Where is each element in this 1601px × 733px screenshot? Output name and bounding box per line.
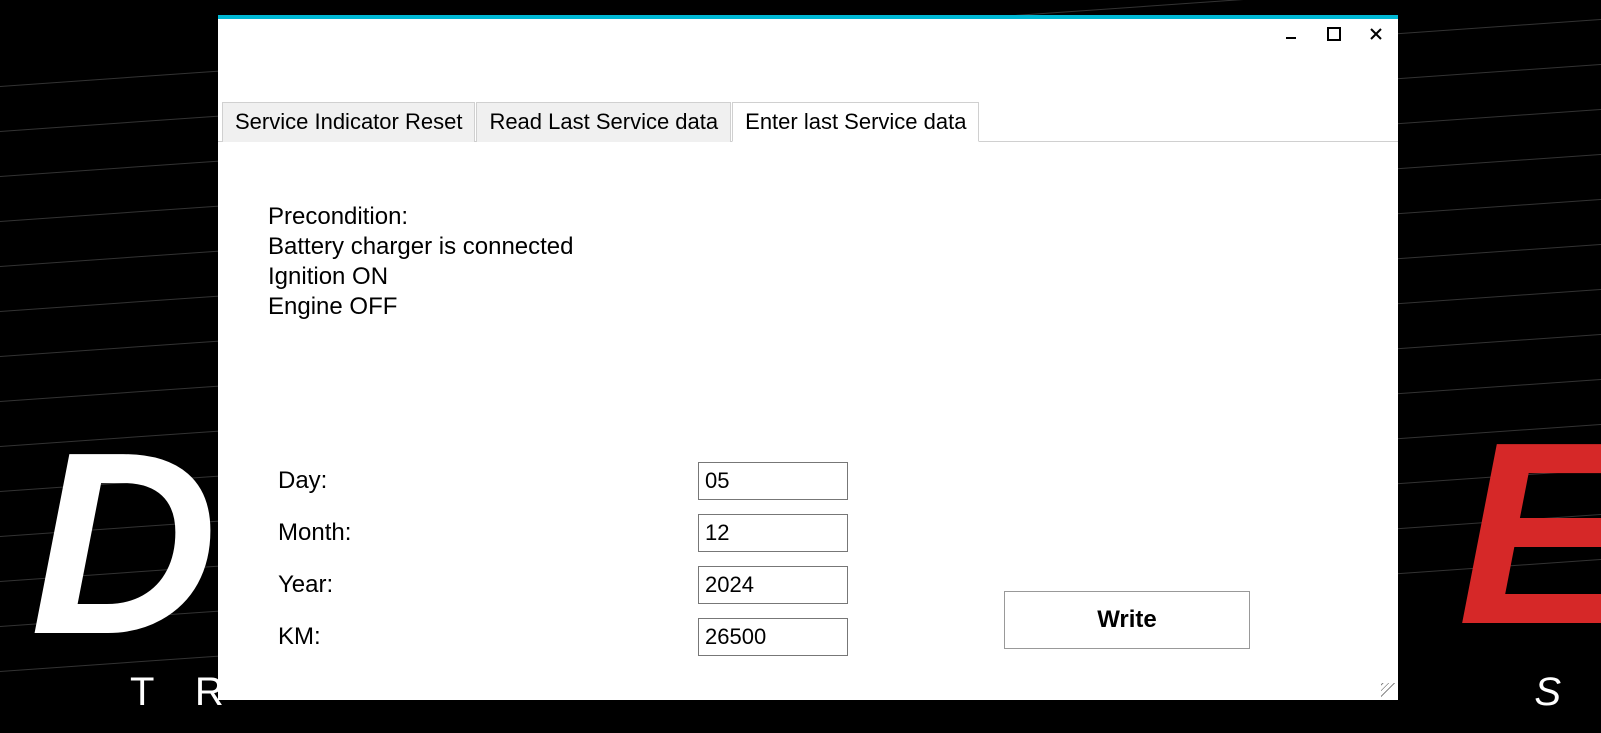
tab-content: Precondition: Battery charger is connect… [218,142,1398,656]
precondition-block: Precondition: Battery charger is connect… [268,202,1348,322]
tab-service-indicator-reset[interactable]: Service Indicator Reset [222,102,475,142]
app-window: Service Indicator Reset Read Last Servic… [218,15,1398,700]
write-button[interactable]: Write [1004,591,1250,649]
tab-read-last-service-data[interactable]: Read Last Service data [476,102,731,142]
background-letter-e: E [1458,430,1601,638]
tab-enter-last-service-data[interactable]: Enter last Service data [732,102,979,142]
window-titlebar [218,19,1398,49]
month-input[interactable] [698,514,848,552]
month-label: Month: [268,519,698,547]
precondition-line-ignition: Ignition ON [268,262,1348,292]
maximize-button[interactable] [1322,24,1346,44]
day-label: Day: [268,467,698,495]
background-letter-d: D [30,440,208,648]
minimize-button[interactable] [1280,24,1304,44]
precondition-line-engine: Engine OFF [268,292,1348,322]
resize-grip-icon[interactable] [1379,681,1395,697]
day-input[interactable] [698,462,848,500]
km-label: KM: [268,623,698,651]
precondition-line-charger: Battery charger is connected [268,232,1348,262]
form-row-day: Day: [268,462,1348,500]
form-row-month: Month: [268,514,1348,552]
km-input[interactable] [698,618,848,656]
year-label: Year: [268,571,698,599]
background-text-s: S [1534,670,1561,715]
close-button[interactable] [1364,24,1388,44]
tab-strip: Service Indicator Reset Read Last Servic… [218,101,1398,142]
precondition-heading: Precondition: [268,202,1348,232]
year-input[interactable] [698,566,848,604]
